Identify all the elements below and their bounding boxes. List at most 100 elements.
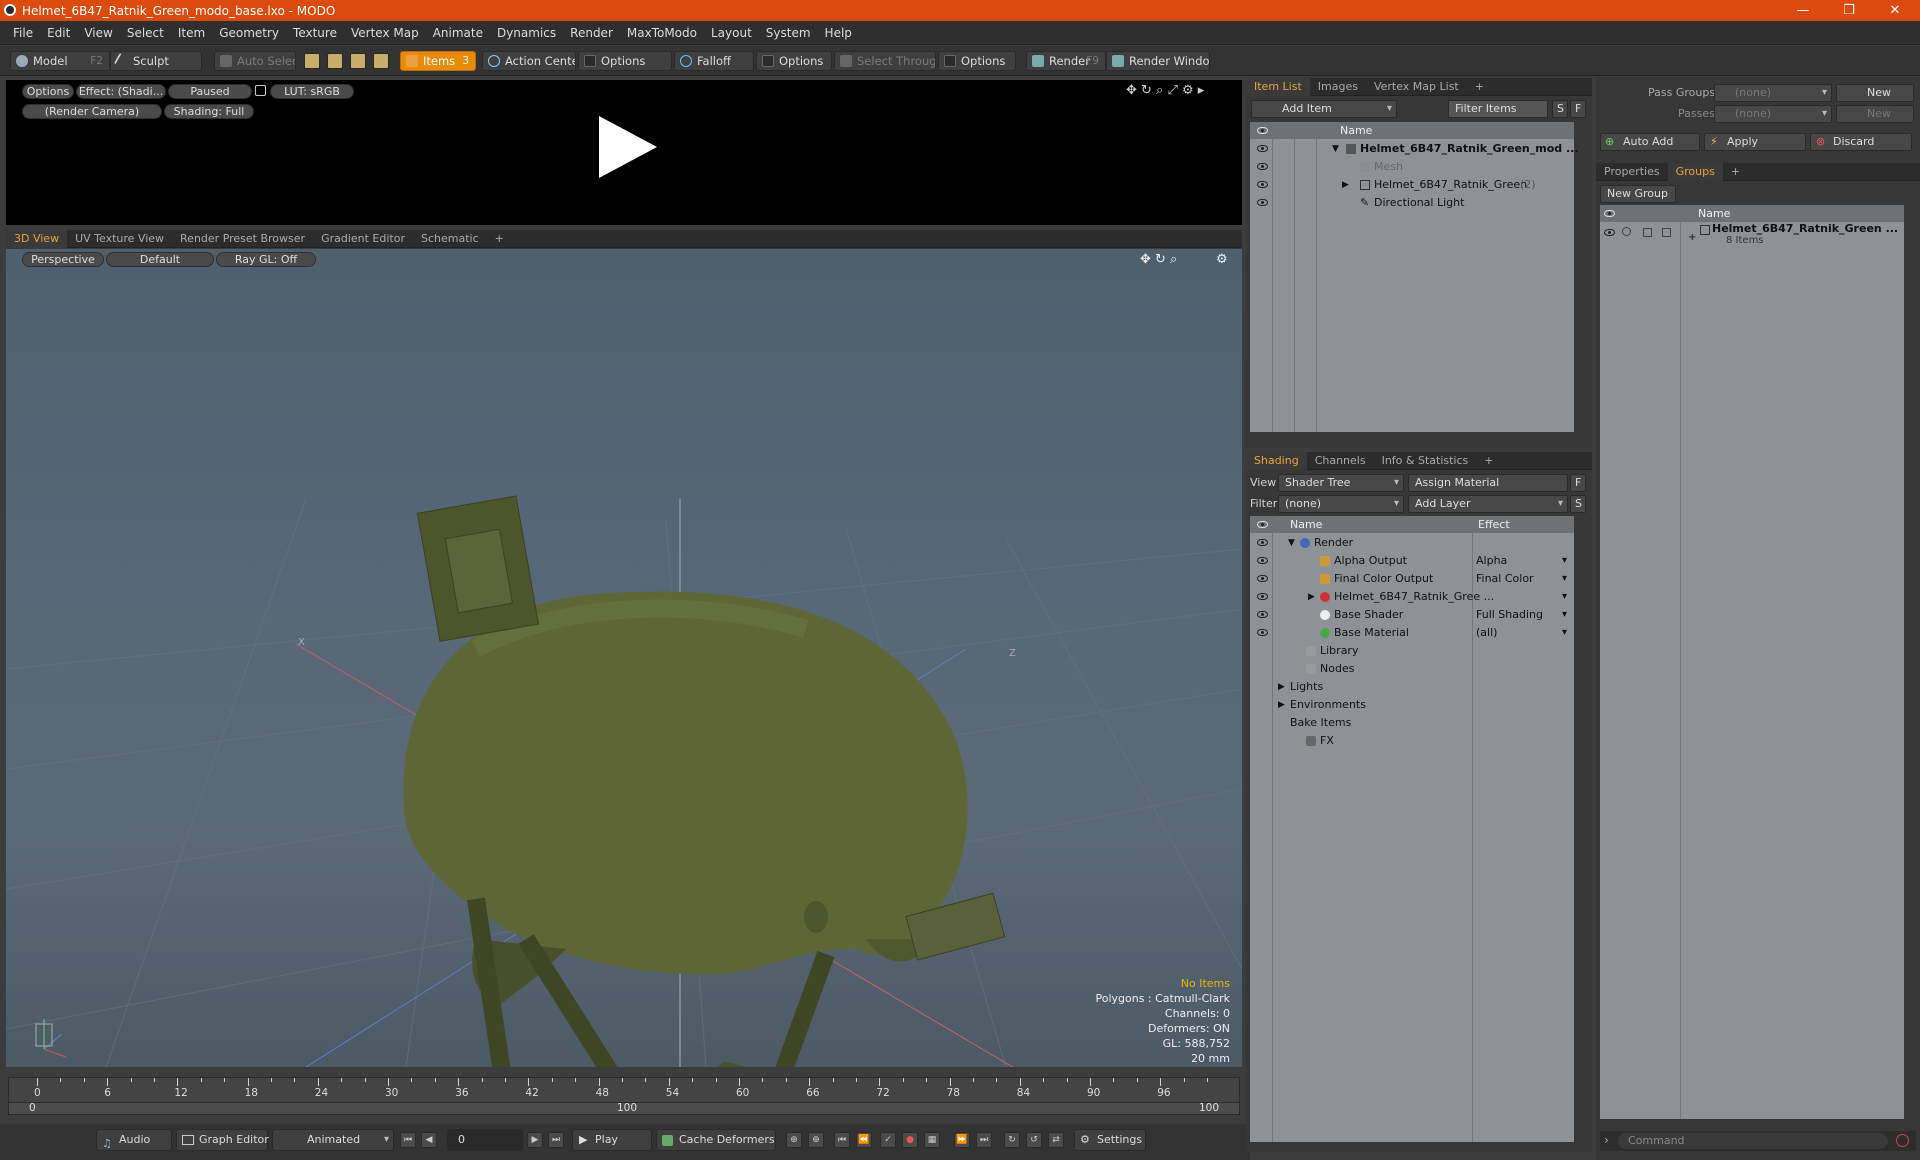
menu-render[interactable]: Render	[563, 26, 620, 40]
visibility-eye-icon[interactable]	[1257, 199, 1268, 206]
menu-texture[interactable]: Texture	[286, 26, 344, 40]
shading-dropdown[interactable]: Shading: Full	[164, 104, 254, 119]
add-tab-icon[interactable]: +	[1476, 452, 1501, 470]
tree-arrow-icon[interactable]: ▶	[1278, 678, 1285, 696]
cache-deformers-button[interactable]: Cache Deformers	[656, 1129, 776, 1151]
last-key-icon[interactable]: ⏭	[548, 1132, 564, 1148]
auto-select-button[interactable]: Auto Select	[214, 51, 296, 71]
key-nav-icon-1[interactable]: ⏮	[834, 1132, 850, 1148]
select-through-options-button[interactable]: Options	[938, 51, 1016, 71]
items-mode-button[interactable]: Items 3	[400, 51, 476, 71]
3d-viewport[interactable]: Perspective Default Ray GL: Off ✥ ↻ ⌕ ⚙	[6, 249, 1242, 1067]
tab-3d-view[interactable]: 3D View	[6, 229, 68, 248]
add-tab-icon[interactable]: +	[1467, 78, 1492, 96]
filter-f-button[interactable]: F	[1570, 100, 1586, 118]
play-preview-icon[interactable]	[591, 112, 661, 182]
shading-s-button[interactable]: S	[1570, 495, 1586, 513]
visibility-eye-icon[interactable]	[1257, 539, 1268, 546]
item-row-scene[interactable]: ▼ Helmet_6B47_Ratnik_Green_mod ...	[1250, 140, 1579, 158]
play-button[interactable]: ▶ Play	[572, 1129, 652, 1151]
shader-row[interactable]: Final Color Output Final Color ▾	[1250, 570, 1574, 588]
graph-editor-button[interactable]: Graph Editor	[176, 1129, 269, 1151]
apply-button[interactable]: ⚡ Apply	[1704, 133, 1806, 151]
tab-gradient-editor[interactable]: Gradient Editor	[313, 230, 413, 248]
shader-row[interactable]: Base Shader Full Shading ▾	[1250, 606, 1574, 624]
expand-arrow-icon[interactable]: ▶	[1342, 176, 1349, 194]
shader-row[interactable]: FX	[1250, 732, 1574, 750]
effect-dropdown-arrow-icon[interactable]: ▾	[1562, 606, 1567, 624]
restore-button[interactable]: ❐	[1826, 0, 1872, 21]
passes-dropdown[interactable]: (none)	[1714, 105, 1832, 123]
visibility-eye-icon[interactable]	[1257, 575, 1268, 582]
visibility-eye-icon[interactable]	[1257, 593, 1268, 600]
filter-dropdown[interactable]: (none)	[1278, 495, 1404, 513]
audio-button[interactable]: ♫ Audio	[96, 1129, 172, 1151]
add-tab-icon[interactable]: +	[487, 230, 512, 248]
visibility-eye-icon[interactable]	[1257, 181, 1268, 188]
menu-animate[interactable]: Animate	[426, 26, 490, 40]
auto-add-button[interactable]: ⊕ Auto Add	[1600, 133, 1700, 151]
render-window-button[interactable]: Render Window	[1106, 51, 1210, 71]
shading-f-button[interactable]: F	[1570, 474, 1586, 492]
tab-channels[interactable]: Channels	[1307, 452, 1374, 470]
menu-select[interactable]: Select	[120, 26, 171, 40]
minimize-button[interactable]: —	[1780, 0, 1826, 21]
menu-help[interactable]: Help	[818, 26, 859, 40]
menu-vertex-map[interactable]: Vertex Map	[344, 26, 426, 40]
new-group-button[interactable]: New Group	[1600, 185, 1676, 203]
shader-tree[interactable]: Name Effect ▼ Render Alpha Output Alpha ▾ Fin…	[1250, 516, 1574, 1142]
select-edges-icon[interactable]	[327, 53, 343, 69]
item-tree[interactable]: Name ▼ Helmet_6B47_Ratnik_Green_mod ... …	[1250, 122, 1579, 432]
shader-row[interactable]: Alpha Output Alpha ▾	[1250, 552, 1574, 570]
tab-vertex-map-list[interactable]: Vertex Map List	[1366, 78, 1467, 96]
filter-items-input[interactable]: Filter Items	[1448, 100, 1548, 118]
action-center-options-button[interactable]: Options	[578, 51, 672, 71]
key-icon[interactable]: ✓	[880, 1132, 896, 1148]
collapse-arrow-icon[interactable]: ▼	[1332, 140, 1339, 158]
lock-toggle-icon[interactable]	[1643, 228, 1652, 237]
timeline-range-bar[interactable]: 0 100 100	[9, 1102, 1239, 1114]
effect-dropdown-arrow-icon[interactable]: ▾	[1562, 588, 1567, 606]
animated-dropdown[interactable]: Animated	[272, 1129, 394, 1151]
tab-shading[interactable]: Shading	[1246, 451, 1307, 470]
visibility-eye-icon[interactable]	[1257, 557, 1268, 564]
preview-options-button[interactable]: Options	[22, 84, 74, 99]
select-toggle-icon[interactable]	[1662, 228, 1671, 237]
expand-icon[interactable]: +	[1688, 229, 1696, 247]
key-tool-icon-2[interactable]: ⊕	[808, 1132, 824, 1148]
loop-icon-2[interactable]: ↺	[1026, 1132, 1042, 1148]
menu-dynamics[interactable]: Dynamics	[490, 26, 563, 40]
lock-icon[interactable]	[255, 85, 266, 96]
next-key-icon[interactable]: ▶	[527, 1132, 543, 1148]
group-row[interactable]: + Helmet_6B47_Ratnik_Green ... 8 Items	[1600, 222, 1904, 253]
pass-groups-dropdown[interactable]: (none)	[1714, 84, 1832, 102]
tab-properties[interactable]: Properties	[1596, 163, 1668, 181]
add-tab-icon[interactable]: +	[1723, 163, 1748, 181]
layer-effect[interactable]: Alpha	[1476, 552, 1507, 570]
tab-render-preset-browser[interactable]: Render Preset Browser	[172, 230, 313, 248]
shader-row[interactable]: Bake Items	[1250, 714, 1574, 732]
assign-material-button[interactable]: Assign Material	[1408, 474, 1568, 492]
effect-dropdown-arrow-icon[interactable]: ▾	[1562, 570, 1567, 588]
loop-icon-1[interactable]: ↻	[1004, 1132, 1020, 1148]
tab-uv-texture-view[interactable]: UV Texture View	[67, 230, 172, 248]
new-pass-group-button[interactable]: New	[1836, 84, 1914, 102]
groups-list[interactable]: Name + Helmet_6B47_Ratnik_Green ... 8 It…	[1600, 205, 1904, 1119]
visibility-eye-icon[interactable]	[1257, 611, 1268, 618]
menu-item[interactable]: Item	[171, 26, 212, 40]
effect-dropdown-arrow-icon[interactable]: ▾	[1562, 552, 1567, 570]
shader-row[interactable]: Nodes	[1250, 660, 1574, 678]
key-tool-icon-1[interactable]: ⊕	[786, 1132, 802, 1148]
visibility-eye-icon[interactable]	[1257, 145, 1268, 152]
model-mode-button[interactable]: Model F2	[10, 51, 110, 71]
render-toggle-icon[interactable]	[1622, 227, 1631, 236]
visibility-eye-icon[interactable]	[1257, 163, 1268, 170]
menu-geometry[interactable]: Geometry	[212, 26, 286, 40]
falloff-options-button[interactable]: Options	[756, 51, 832, 71]
falloff-button[interactable]: Falloff	[674, 51, 754, 71]
key-nav-icon-3[interactable]: ⏩	[954, 1132, 970, 1148]
loop-icon-3[interactable]: ⇄	[1048, 1132, 1064, 1148]
select-polygons-icon[interactable]	[350, 53, 366, 69]
tree-arrow-icon[interactable]: ▶	[1308, 588, 1315, 606]
effect-dropdown-arrow-icon[interactable]: ▾	[1562, 624, 1567, 642]
